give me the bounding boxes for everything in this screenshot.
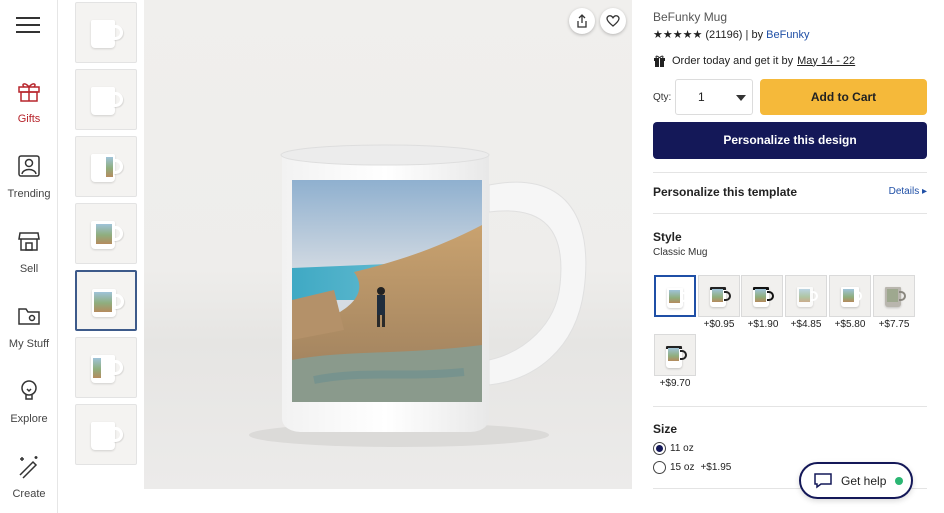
chat-icon xyxy=(814,473,832,489)
delivery-info: Order today and get it by May 14 - 22 xyxy=(653,54,855,67)
brand-link[interactable]: BeFunky xyxy=(766,29,809,41)
rating-row: ★★★★★ (21196) | by BeFunky xyxy=(653,28,810,41)
style-selected: Classic Mug xyxy=(653,247,708,258)
thumbnail-strip xyxy=(75,2,139,471)
caret-down-icon xyxy=(730,88,752,106)
favorite-button[interactable] xyxy=(600,8,626,34)
get-help-button[interactable]: Get help xyxy=(799,462,913,499)
style-option-classic[interactable] xyxy=(654,275,696,317)
nav-item-gifts[interactable]: Gifts xyxy=(0,78,58,127)
style-option-black-rim[interactable] xyxy=(698,275,740,317)
style-option-travel[interactable] xyxy=(654,334,696,376)
nav-label: Sell xyxy=(19,263,39,275)
lightbulb-icon xyxy=(21,380,37,400)
price-label: +$4.85 xyxy=(790,319,822,330)
help-label: Get help xyxy=(841,473,887,488)
price-label: +$5.80 xyxy=(834,319,866,330)
folder-icon xyxy=(18,308,40,325)
delivery-date[interactable]: May 14 - 22 xyxy=(797,55,855,67)
size-label: 15 oz xyxy=(670,462,695,473)
trending-icon xyxy=(18,155,40,177)
qty-label: Qty: xyxy=(653,92,672,103)
heart-icon xyxy=(606,15,620,27)
qty-value: 1 xyxy=(698,90,705,104)
nav-label: My Stuff xyxy=(8,338,50,350)
price-label: +$0.95 xyxy=(703,319,735,330)
style-option-black-inner[interactable] xyxy=(741,275,783,317)
size-label: 11 oz xyxy=(670,443,694,454)
divider xyxy=(653,172,927,173)
style-title: Style xyxy=(653,230,682,244)
size-extra-price: +$1.95 xyxy=(700,462,732,473)
add-to-cart-button[interactable]: Add to Cart xyxy=(760,79,927,115)
mug-photo xyxy=(249,144,587,447)
radio-icon xyxy=(653,461,666,474)
menu-icon[interactable] xyxy=(16,17,40,33)
size-option-11oz[interactable]: 11 oz xyxy=(653,442,694,455)
thumbnail[interactable] xyxy=(75,136,137,197)
thumbnail[interactable] xyxy=(75,404,137,465)
nav-label: Gifts xyxy=(17,113,41,125)
nav-label: Explore xyxy=(10,413,48,425)
divider xyxy=(653,213,927,214)
personalize-template-row[interactable]: Personalize this template Details ▸ xyxy=(653,185,927,199)
nav-label: Create xyxy=(12,488,46,500)
store-icon xyxy=(18,232,40,251)
price-label: +$1.90 xyxy=(747,319,779,330)
online-status-dot xyxy=(895,476,904,485)
nav-item-explore[interactable]: Explore xyxy=(0,378,58,427)
magic-wand-icon xyxy=(19,456,38,479)
price-label: +$9.70 xyxy=(659,378,691,389)
nav-item-my-stuff[interactable]: My Stuff xyxy=(0,303,58,352)
thumbnail[interactable] xyxy=(75,2,137,63)
qty-select[interactable]: 1 xyxy=(675,79,753,115)
product-image xyxy=(144,0,632,489)
product-title: BeFunky Mug xyxy=(653,10,728,24)
review-count[interactable]: (21196) xyxy=(705,29,742,41)
style-option-white-large[interactable] xyxy=(829,275,871,317)
price-label: +$7.75 xyxy=(878,319,910,330)
share-button[interactable] xyxy=(569,8,595,34)
star-rating: ★★★★★ xyxy=(653,29,703,41)
thumbnail-selected[interactable] xyxy=(75,270,137,331)
gift-icon xyxy=(18,83,40,102)
personalize-design-button[interactable]: Personalize this design xyxy=(653,122,927,159)
nav-label: Trending xyxy=(7,188,51,200)
left-nav: Gifts Trending Sell My Stuff Explore Cre… xyxy=(0,0,58,513)
details-link[interactable]: Details ▸ xyxy=(889,186,927,197)
style-option-stein[interactable] xyxy=(873,275,915,317)
nav-item-create[interactable]: Create xyxy=(0,453,58,502)
thumbnail[interactable] xyxy=(75,337,137,398)
divider xyxy=(653,406,927,407)
gift-box-icon xyxy=(654,55,665,67)
thumbnail[interactable] xyxy=(75,69,137,130)
size-option-15oz[interactable]: 15 oz +$1.95 xyxy=(653,461,731,474)
style-option-frosted[interactable] xyxy=(785,275,827,317)
nav-item-sell[interactable]: Sell xyxy=(0,228,58,277)
nav-item-trending[interactable]: Trending xyxy=(0,153,58,202)
by-label: | by xyxy=(745,29,764,41)
template-title: Personalize this template xyxy=(653,185,798,199)
order-text: Order today and get it by xyxy=(672,54,794,67)
size-title: Size xyxy=(653,422,678,436)
share-icon xyxy=(577,14,587,28)
radio-selected-icon xyxy=(653,442,666,455)
thumbnail[interactable] xyxy=(75,203,137,264)
